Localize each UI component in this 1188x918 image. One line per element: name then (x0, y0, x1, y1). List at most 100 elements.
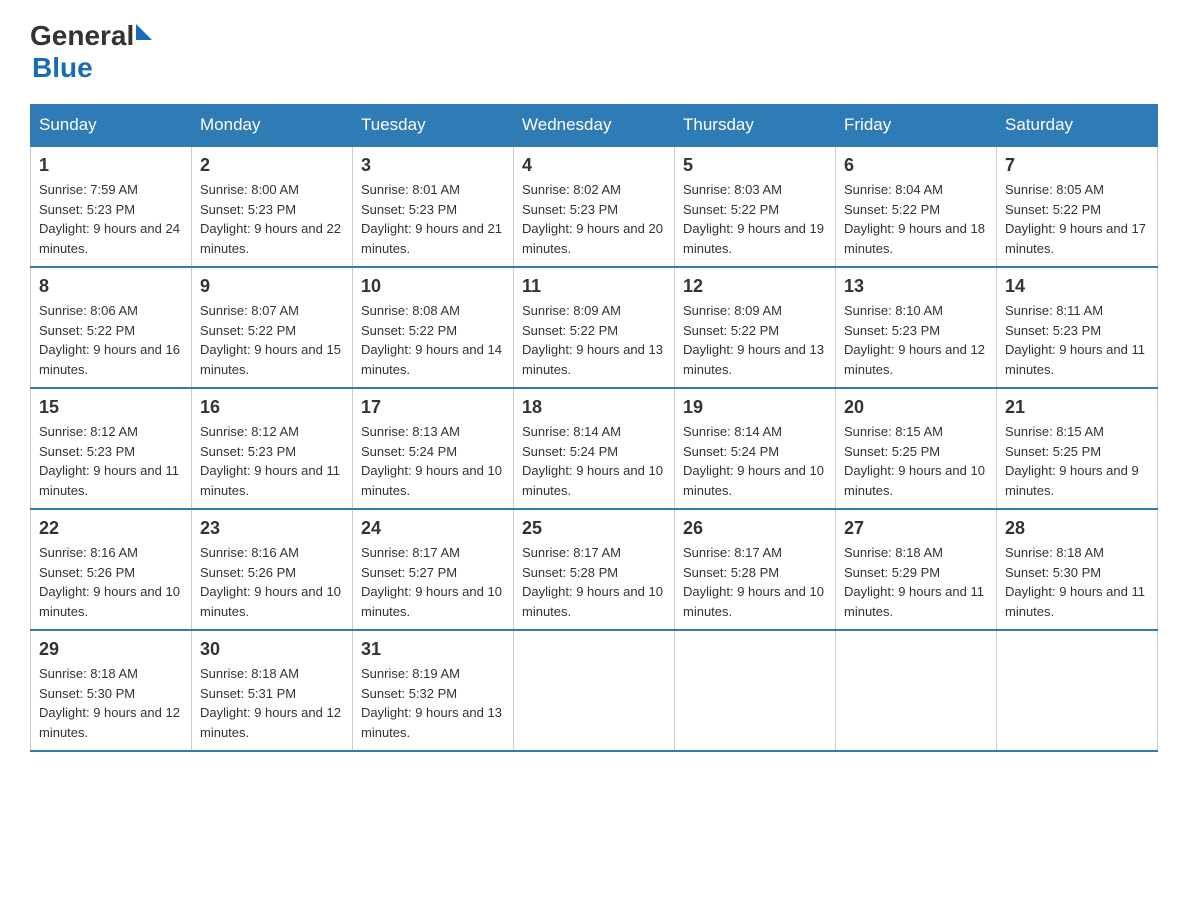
day-number: 8 (39, 276, 183, 297)
day-info: Sunrise: 8:04 AM Sunset: 5:22 PM Dayligh… (844, 180, 988, 258)
day-info: Sunrise: 8:06 AM Sunset: 5:22 PM Dayligh… (39, 301, 183, 379)
day-info: Sunrise: 8:02 AM Sunset: 5:23 PM Dayligh… (522, 180, 666, 258)
day-info: Sunrise: 7:59 AM Sunset: 5:23 PM Dayligh… (39, 180, 183, 258)
calendar-cell: 8 Sunrise: 8:06 AM Sunset: 5:22 PM Dayli… (31, 267, 192, 388)
week-row-4: 22 Sunrise: 8:16 AM Sunset: 5:26 PM Dayl… (31, 509, 1158, 630)
calendar-cell: 5 Sunrise: 8:03 AM Sunset: 5:22 PM Dayli… (675, 146, 836, 267)
day-info: Sunrise: 8:19 AM Sunset: 5:32 PM Dayligh… (361, 664, 505, 742)
day-info: Sunrise: 8:17 AM Sunset: 5:28 PM Dayligh… (683, 543, 827, 621)
day-info: Sunrise: 8:03 AM Sunset: 5:22 PM Dayligh… (683, 180, 827, 258)
day-info: Sunrise: 8:07 AM Sunset: 5:22 PM Dayligh… (200, 301, 344, 379)
calendar-cell: 25 Sunrise: 8:17 AM Sunset: 5:28 PM Dayl… (514, 509, 675, 630)
day-number: 24 (361, 518, 505, 539)
calendar-cell: 30 Sunrise: 8:18 AM Sunset: 5:31 PM Dayl… (192, 630, 353, 751)
calendar-cell: 4 Sunrise: 8:02 AM Sunset: 5:23 PM Dayli… (514, 146, 675, 267)
day-number: 11 (522, 276, 666, 297)
calendar-cell: 28 Sunrise: 8:18 AM Sunset: 5:30 PM Dayl… (997, 509, 1158, 630)
calendar-cell (836, 630, 997, 751)
day-info: Sunrise: 8:08 AM Sunset: 5:22 PM Dayligh… (361, 301, 505, 379)
day-info: Sunrise: 8:18 AM Sunset: 5:31 PM Dayligh… (200, 664, 344, 742)
column-header-sunday: Sunday (31, 105, 192, 147)
calendar-cell (997, 630, 1158, 751)
calendar-cell: 1 Sunrise: 7:59 AM Sunset: 5:23 PM Dayli… (31, 146, 192, 267)
day-number: 3 (361, 155, 505, 176)
day-number: 13 (844, 276, 988, 297)
column-header-wednesday: Wednesday (514, 105, 675, 147)
day-info: Sunrise: 8:17 AM Sunset: 5:27 PM Dayligh… (361, 543, 505, 621)
day-number: 10 (361, 276, 505, 297)
calendar-cell: 12 Sunrise: 8:09 AM Sunset: 5:22 PM Dayl… (675, 267, 836, 388)
calendar-cell: 7 Sunrise: 8:05 AM Sunset: 5:22 PM Dayli… (997, 146, 1158, 267)
day-number: 1 (39, 155, 183, 176)
calendar-cell: 23 Sunrise: 8:16 AM Sunset: 5:26 PM Dayl… (192, 509, 353, 630)
logo-blue-text: Blue (32, 52, 152, 84)
logo-triangle-icon (136, 24, 152, 40)
calendar-cell: 18 Sunrise: 8:14 AM Sunset: 5:24 PM Dayl… (514, 388, 675, 509)
day-info: Sunrise: 8:11 AM Sunset: 5:23 PM Dayligh… (1005, 301, 1149, 379)
day-number: 7 (1005, 155, 1149, 176)
day-number: 18 (522, 397, 666, 418)
calendar-cell: 13 Sunrise: 8:10 AM Sunset: 5:23 PM Dayl… (836, 267, 997, 388)
day-number: 31 (361, 639, 505, 660)
column-header-saturday: Saturday (997, 105, 1158, 147)
day-number: 14 (1005, 276, 1149, 297)
week-row-3: 15 Sunrise: 8:12 AM Sunset: 5:23 PM Dayl… (31, 388, 1158, 509)
column-header-tuesday: Tuesday (353, 105, 514, 147)
day-info: Sunrise: 8:15 AM Sunset: 5:25 PM Dayligh… (1005, 422, 1149, 500)
calendar-cell: 26 Sunrise: 8:17 AM Sunset: 5:28 PM Dayl… (675, 509, 836, 630)
page-header: General Blue (30, 20, 1158, 84)
day-info: Sunrise: 8:16 AM Sunset: 5:26 PM Dayligh… (39, 543, 183, 621)
day-number: 6 (844, 155, 988, 176)
calendar-cell: 17 Sunrise: 8:13 AM Sunset: 5:24 PM Dayl… (353, 388, 514, 509)
day-number: 25 (522, 518, 666, 539)
column-header-thursday: Thursday (675, 105, 836, 147)
day-number: 26 (683, 518, 827, 539)
day-number: 17 (361, 397, 505, 418)
calendar-cell: 3 Sunrise: 8:01 AM Sunset: 5:23 PM Dayli… (353, 146, 514, 267)
day-number: 12 (683, 276, 827, 297)
day-info: Sunrise: 8:15 AM Sunset: 5:25 PM Dayligh… (844, 422, 988, 500)
day-info: Sunrise: 8:18 AM Sunset: 5:29 PM Dayligh… (844, 543, 988, 621)
week-row-5: 29 Sunrise: 8:18 AM Sunset: 5:30 PM Dayl… (31, 630, 1158, 751)
day-number: 23 (200, 518, 344, 539)
calendar-cell: 2 Sunrise: 8:00 AM Sunset: 5:23 PM Dayli… (192, 146, 353, 267)
calendar-cell: 6 Sunrise: 8:04 AM Sunset: 5:22 PM Dayli… (836, 146, 997, 267)
calendar-cell: 9 Sunrise: 8:07 AM Sunset: 5:22 PM Dayli… (192, 267, 353, 388)
day-info: Sunrise: 8:10 AM Sunset: 5:23 PM Dayligh… (844, 301, 988, 379)
logo: General Blue (30, 20, 152, 84)
day-info: Sunrise: 8:14 AM Sunset: 5:24 PM Dayligh… (522, 422, 666, 500)
day-number: 30 (200, 639, 344, 660)
calendar-cell: 29 Sunrise: 8:18 AM Sunset: 5:30 PM Dayl… (31, 630, 192, 751)
calendar-cell: 15 Sunrise: 8:12 AM Sunset: 5:23 PM Dayl… (31, 388, 192, 509)
day-info: Sunrise: 8:01 AM Sunset: 5:23 PM Dayligh… (361, 180, 505, 258)
day-info: Sunrise: 8:18 AM Sunset: 5:30 PM Dayligh… (1005, 543, 1149, 621)
calendar-cell: 16 Sunrise: 8:12 AM Sunset: 5:23 PM Dayl… (192, 388, 353, 509)
calendar-cell: 22 Sunrise: 8:16 AM Sunset: 5:26 PM Dayl… (31, 509, 192, 630)
day-info: Sunrise: 8:17 AM Sunset: 5:28 PM Dayligh… (522, 543, 666, 621)
day-number: 19 (683, 397, 827, 418)
day-number: 2 (200, 155, 344, 176)
day-info: Sunrise: 8:12 AM Sunset: 5:23 PM Dayligh… (39, 422, 183, 500)
day-info: Sunrise: 8:00 AM Sunset: 5:23 PM Dayligh… (200, 180, 344, 258)
calendar-header-row: SundayMondayTuesdayWednesdayThursdayFrid… (31, 105, 1158, 147)
day-number: 15 (39, 397, 183, 418)
calendar-cell: 11 Sunrise: 8:09 AM Sunset: 5:22 PM Dayl… (514, 267, 675, 388)
day-info: Sunrise: 8:13 AM Sunset: 5:24 PM Dayligh… (361, 422, 505, 500)
day-number: 22 (39, 518, 183, 539)
day-info: Sunrise: 8:09 AM Sunset: 5:22 PM Dayligh… (522, 301, 666, 379)
calendar-cell: 20 Sunrise: 8:15 AM Sunset: 5:25 PM Dayl… (836, 388, 997, 509)
calendar-cell: 19 Sunrise: 8:14 AM Sunset: 5:24 PM Dayl… (675, 388, 836, 509)
day-number: 20 (844, 397, 988, 418)
day-number: 4 (522, 155, 666, 176)
day-number: 21 (1005, 397, 1149, 418)
day-info: Sunrise: 8:18 AM Sunset: 5:30 PM Dayligh… (39, 664, 183, 742)
logo-general: General (30, 20, 134, 52)
day-info: Sunrise: 8:16 AM Sunset: 5:26 PM Dayligh… (200, 543, 344, 621)
day-number: 5 (683, 155, 827, 176)
day-info: Sunrise: 8:14 AM Sunset: 5:24 PM Dayligh… (683, 422, 827, 500)
week-row-1: 1 Sunrise: 7:59 AM Sunset: 5:23 PM Dayli… (31, 146, 1158, 267)
calendar-cell: 27 Sunrise: 8:18 AM Sunset: 5:29 PM Dayl… (836, 509, 997, 630)
day-info: Sunrise: 8:09 AM Sunset: 5:22 PM Dayligh… (683, 301, 827, 379)
day-number: 28 (1005, 518, 1149, 539)
calendar-cell: 31 Sunrise: 8:19 AM Sunset: 5:32 PM Dayl… (353, 630, 514, 751)
